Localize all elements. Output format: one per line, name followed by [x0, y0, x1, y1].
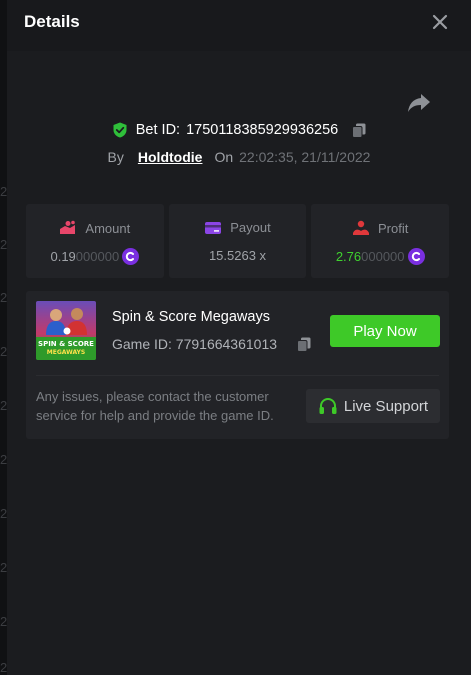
- profit-label: Profit: [378, 220, 409, 236]
- coin-icon: [122, 248, 140, 265]
- game-id-label: Game ID:: [112, 336, 172, 352]
- coin-icon: [407, 248, 425, 265]
- copy-icon[interactable]: [352, 123, 366, 138]
- game-id-row: Game ID: 7791664361013: [112, 336, 311, 352]
- live-support-label: Live Support: [343, 397, 429, 415]
- amount-value: 0.19 000000: [26, 248, 164, 265]
- profit-header: Profit: [311, 220, 449, 236]
- profit-stat: Profit 2.76 000000: [311, 204, 450, 278]
- username-link[interactable]: Holdtodie: [138, 149, 203, 165]
- bet-datetime: 22:02:35, 21/11/2022: [239, 149, 371, 165]
- bet-id-label: Bet ID:: [135, 122, 181, 138]
- shield-check-icon: [113, 122, 127, 138]
- game-id-value: 7791664361013: [175, 336, 278, 352]
- payout-stat: Payout 15.5263 x: [168, 204, 307, 278]
- profit-value: 2.76 000000: [311, 248, 449, 265]
- live-support-button[interactable]: Live Support: [306, 389, 440, 423]
- play-now-button[interactable]: Play Now: [330, 315, 440, 347]
- bet-id-row: Bet ID: 1750118385929936256: [7, 122, 471, 138]
- modal-title: Details: [24, 12, 80, 31]
- amount-stat: Amount 0.19 000000: [26, 204, 164, 278]
- game-name: Spin & Score Megaways: [112, 309, 270, 325]
- background-strip: 2 2 2 2 2 2 2 2 2 2: [0, 0, 7, 675]
- support-help-text: Any issues, please contact the customer …: [36, 389, 274, 423]
- headset-icon: [319, 397, 337, 414]
- on-label: On: [214, 149, 234, 165]
- divider: [36, 375, 439, 376]
- profit-value-dim: 000000: [361, 249, 405, 264]
- profit-icon: [353, 220, 369, 235]
- game-thumbnail[interactable]: SPIN & SCORE MEGAWAYS: [36, 301, 96, 360]
- bet-id-value: 1750118385929936256: [186, 122, 339, 138]
- game-card: SPIN & SCORE MEGAWAYS Spin & Score Megaw…: [26, 291, 449, 439]
- copy-icon[interactable]: [297, 337, 311, 352]
- thumbnail-title-line-1: SPIN & SCORE: [38, 340, 94, 348]
- bet-details-modal: Details Bet ID: 1750118385929936256 By H…: [7, 0, 471, 675]
- bet-meta-row: By Holdtodie On 22:02:35, 21/11/2022: [7, 149, 471, 165]
- payout-value: 15.5263 x: [208, 248, 267, 263]
- amount-label: Amount: [85, 220, 131, 236]
- profit-value-main: 2.76: [335, 249, 362, 264]
- payout-icon: [205, 221, 222, 234]
- amount-icon: [60, 220, 76, 234]
- amount-header: Amount: [26, 220, 164, 236]
- modal-header: Details: [7, 0, 471, 51]
- amount-value-dim: 000000: [75, 249, 120, 264]
- amount-value-main: 0.19: [50, 249, 76, 264]
- by-label: By: [107, 149, 124, 165]
- share-icon[interactable]: [407, 92, 431, 114]
- payout-header: Payout: [169, 220, 307, 235]
- close-icon[interactable]: [429, 11, 451, 33]
- bet-stats: Amount 0.19 000000 Payout 15.5263 x Prof…: [26, 204, 450, 278]
- thumbnail-title-line-2: MEGAWAYS: [47, 349, 85, 356]
- payout-label: Payout: [230, 220, 271, 235]
